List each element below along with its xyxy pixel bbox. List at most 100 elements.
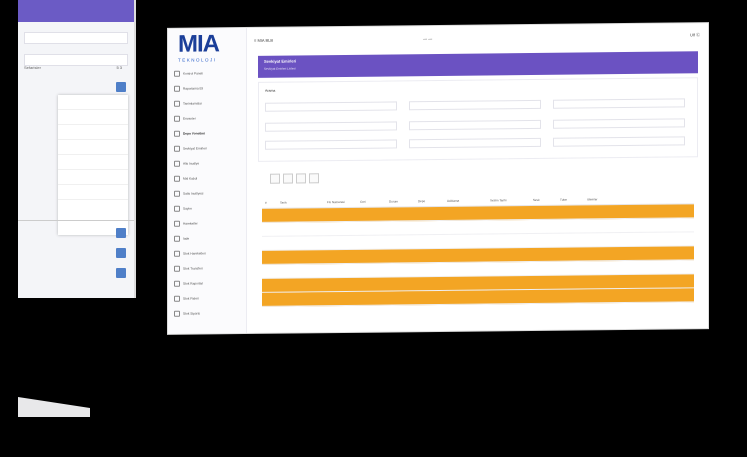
sidebar-item-label: Stok Raporlari	[183, 281, 204, 286]
menu-icon	[174, 100, 180, 107]
menu-icon	[174, 295, 180, 302]
filter-field[interactable]	[265, 121, 397, 132]
menu-icon	[174, 250, 180, 257]
sidebar-item-label: Depo Yonetimi	[183, 131, 206, 136]
secondary-input-row	[24, 32, 128, 44]
filter-select[interactable]	[409, 137, 541, 149]
sidebar-item[interactable]: Iade	[174, 233, 242, 244]
main-screen: MIA TEKNOLOJI Kontrol Paneli Raporlama El…	[168, 23, 708, 334]
menu-icon	[174, 160, 180, 167]
secondary-values: 5 3	[116, 65, 122, 70]
column-header[interactable]: Fis Numarasi	[324, 200, 357, 204]
sidebar-item-label: Envanter	[183, 116, 196, 121]
sidebar-item[interactable]: Stok Fisleri	[174, 293, 242, 304]
menu-icon	[174, 220, 180, 227]
secondary-divider	[18, 220, 134, 221]
sidebar-item-label: Satis Irsaliyesi	[183, 191, 204, 196]
menu-icon	[174, 190, 180, 197]
dropdown-item[interactable]	[58, 110, 128, 125]
filter-field[interactable]	[553, 98, 685, 109]
filter-field[interactable]	[265, 101, 397, 112]
column-header[interactable]: #	[262, 201, 277, 205]
dropdown-item[interactable]	[58, 155, 128, 170]
sidebar-item[interactable]: Sevkiyat Emirleri	[174, 143, 242, 154]
orders-table: # Tarih Fis Numarasi Cari Durum Depo Aciklama T…	[262, 193, 694, 307]
column-header[interactable]: Durum	[386, 199, 415, 203]
print-button[interactable]	[309, 173, 319, 184]
menu-icon	[174, 70, 180, 77]
column-header[interactable]: Tutar	[557, 197, 584, 202]
add-button[interactable]	[283, 173, 293, 184]
column-header[interactable]: Sevk	[530, 198, 557, 202]
sidebar-item-label: Stok Transferi	[183, 266, 203, 271]
sidebar-item[interactable]: Stok Siparis	[174, 308, 242, 319]
sidebar-item-label: Kontrol Paneli	[183, 71, 203, 76]
column-header[interactable]: Teslim Tarihi	[487, 198, 530, 202]
filter-panel: Arama	[258, 77, 698, 162]
column-header[interactable]: Aciklama	[444, 198, 487, 203]
sidebar-item[interactable]: Sayim	[174, 203, 242, 214]
filter-field[interactable]	[409, 119, 541, 131]
filter-title: Arama	[265, 88, 276, 93]
dropdown-item[interactable]	[58, 95, 128, 110]
topbar: ≡ MIA BLB — — Ulf Ⓒ	[246, 23, 708, 52]
menu-icon	[174, 265, 180, 272]
filter-field[interactable]	[409, 99, 541, 111]
app-title[interactable]: ≡ MIA BLB	[254, 37, 273, 42]
sidebar-item-label: Alis Irsaliye	[183, 161, 200, 166]
sidebar-item[interactable]: Stok Raporlari	[174, 278, 242, 289]
sidebar-item-label: Stok Fisleri	[183, 296, 199, 301]
dropdown-item[interactable]	[58, 185, 128, 200]
column-header[interactable]: Depo	[415, 199, 444, 203]
menu-icon	[174, 130, 180, 137]
menu-icon	[174, 175, 180, 182]
sidebar-item[interactable]: Mal Kabul	[174, 173, 242, 184]
sidebar-item[interactable]: Tanimlamalar	[174, 98, 242, 109]
menu-icon	[174, 115, 180, 122]
sidebar-item-label: Stok Hareketleri	[183, 251, 206, 256]
export-button[interactable]	[296, 173, 306, 184]
logo: MIA TEKNOLOJI	[178, 30, 219, 62]
sidebar-item[interactable]: Hareketler	[174, 218, 242, 229]
sidebar-item[interactable]: Raporlama Eli	[174, 83, 242, 94]
sidebar-item-label: Stok Siparis	[183, 311, 201, 316]
sidebar-item-label: Iade	[183, 236, 190, 241]
logo-text: MIA	[178, 30, 219, 58]
column-header[interactable]: Cari	[357, 200, 386, 204]
sidebar-item[interactable]: Depo Yonetimi	[174, 128, 242, 139]
sidebar-item[interactable]: Stok Hareketleri	[174, 248, 242, 259]
filter-button[interactable]	[270, 173, 280, 184]
menu-icon	[174, 310, 180, 317]
menu-icon	[174, 205, 180, 212]
sidebar-item-label: Sayim	[183, 206, 192, 211]
secondary-heading: Sefarisler	[24, 65, 41, 70]
filter-select[interactable]	[553, 136, 685, 147]
sidebar-item[interactable]: Envanter	[174, 113, 242, 124]
secondary-header-bar	[18, 0, 134, 22]
secondary-dropdown-menu	[58, 95, 128, 235]
sidebar-item-label: Mal Kabul	[183, 176, 198, 181]
filter-field[interactable]	[553, 118, 685, 129]
sidebar-item-label: Raporlama Eli	[183, 86, 204, 91]
secondary-blue-button[interactable]	[116, 82, 126, 92]
topbar-center: — —	[423, 35, 433, 41]
sidebar-item[interactable]: Satis Irsaliyesi	[174, 188, 242, 199]
secondary-blue-button[interactable]	[116, 248, 126, 258]
secondary-blue-button[interactable]	[116, 228, 126, 238]
sidebar: MIA TEKNOLOJI Kontrol Paneli Raporlama El…	[168, 28, 247, 334]
page-subtitle: Sevkiyat Emirleri Listesi	[264, 66, 296, 71]
sidebar-item[interactable]: Kontrol Paneli	[174, 68, 242, 79]
filter-select[interactable]	[265, 139, 397, 150]
column-header[interactable]: Islemler	[584, 197, 627, 201]
sidebar-item-label: Hareketler	[183, 221, 198, 226]
user-menu[interactable]: Ulf Ⓒ	[690, 32, 700, 38]
dropdown-item[interactable]	[58, 170, 128, 185]
menu-icon	[174, 145, 180, 152]
sidebar-item[interactable]: Alis Irsaliye	[174, 158, 242, 169]
sidebar-item[interactable]: Stok Transferi	[174, 263, 242, 274]
dropdown-item[interactable]	[58, 125, 128, 140]
dropdown-item[interactable]	[58, 140, 128, 155]
column-header[interactable]: Tarih	[277, 200, 324, 205]
secondary-blue-button[interactable]	[116, 268, 126, 278]
secondary-screen: Sefarisler 5 3	[18, 0, 136, 298]
